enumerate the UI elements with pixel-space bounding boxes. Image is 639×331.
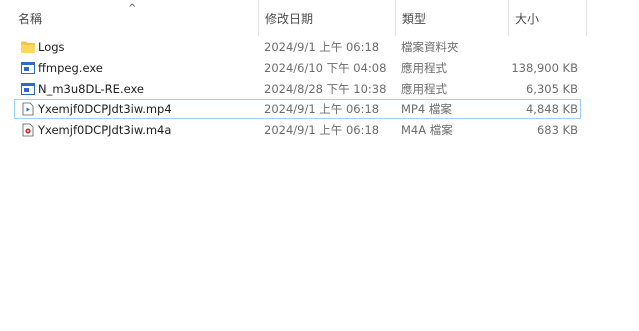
file-type: 應用程式: [401, 82, 447, 96]
application-icon: [20, 59, 36, 77]
file-size: 683 KB: [536, 123, 578, 137]
audio-file-icon: [20, 121, 36, 139]
file-date: 2024/6/10 下午 04:08: [264, 61, 387, 75]
file-size: 4,848 KB: [525, 102, 578, 116]
column-header-row: 名稱 ^ 修改日期 類型 大小: [0, 0, 639, 36]
file-name: Yxemjf0DCPJdt3iw.m4a: [38, 123, 172, 137]
column-header-date[interactable]: 修改日期: [259, 0, 395, 36]
file-row-logs[interactable]: Logs 2024/9/1 上午 06:18 檔案資料夾: [14, 37, 581, 57]
file-date: 2024/9/1 上午 06:18: [264, 40, 380, 54]
file-name: Yxemjf0DCPJdt3iw.mp4: [38, 102, 172, 116]
file-row-ffmpeg[interactable]: ffmpeg.exe 2024/6/10 下午 04:08 應用程式 138,9…: [14, 58, 581, 78]
file-type: MP4 檔案: [401, 102, 452, 116]
file-date: 2024/8/28 下午 10:38: [264, 82, 387, 96]
file-name: Logs: [38, 40, 65, 54]
application-icon: [20, 80, 36, 98]
file-type: M4A 檔案: [401, 123, 453, 137]
sort-ascending-icon: ^: [128, 3, 137, 14]
file-name: ffmpeg.exe: [38, 61, 103, 75]
file-row-n-m3u8dl[interactable]: N_m3u8DL-RE.exe 2024/8/28 下午 10:38 應用程式 …: [14, 79, 581, 99]
folder-icon: [20, 38, 36, 56]
video-file-icon: [20, 100, 36, 118]
file-size: 6,305 KB: [525, 82, 578, 96]
column-header-type[interactable]: 類型: [396, 0, 508, 36]
column-header-size[interactable]: 大小: [509, 0, 587, 36]
file-date: 2024/9/1 上午 06:18: [264, 123, 380, 137]
file-type: 檔案資料夾: [401, 40, 459, 54]
file-date: 2024/9/1 上午 06:18: [264, 102, 380, 116]
file-type: 應用程式: [401, 61, 447, 75]
file-size: [495, 38, 578, 56]
file-row-m4a[interactable]: Yxemjf0DCPJdt3iw.m4a 2024/9/1 上午 06:18 M…: [14, 120, 581, 140]
column-divider[interactable]: [586, 0, 587, 36]
file-row-mp4[interactable]: Yxemjf0DCPJdt3iw.mp4 2024/9/1 上午 06:18 M…: [14, 99, 581, 119]
file-list: 名稱 ^ 修改日期 類型 大小 Logs 2024/9/1 上午 06:18 檔…: [0, 0, 639, 331]
file-size: 138,900 KB: [511, 61, 578, 75]
file-name: N_m3u8DL-RE.exe: [38, 82, 144, 96]
